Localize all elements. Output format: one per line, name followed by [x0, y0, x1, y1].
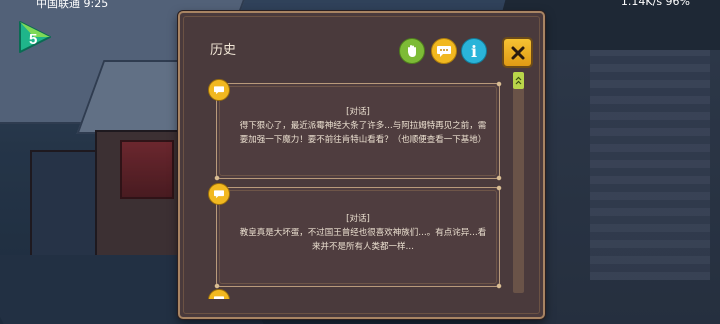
- chat-bubble-icon: [208, 79, 230, 101]
- entry-tag: [对话]: [346, 214, 370, 224]
- dialogue-card: [对话] 得下狠心了，最近派霉神经大条了许多…与阿拉姆特再见之前，需要加强一下魔…: [213, 80, 503, 182]
- entry-tag: [对话]: [346, 107, 370, 117]
- dialog-title: 历史: [210, 43, 237, 58]
- scroll-thumb[interactable]: [513, 72, 524, 89]
- hand-icon: [408, 45, 416, 57]
- chat-bubble-icon: [208, 289, 230, 299]
- status-network-battery: 1.14K/s 96%: [620, 0, 690, 8]
- logo-number: 5: [29, 31, 37, 48]
- list-item: [对话] 得下狠心了，最近派霉神经大条了许多…与阿拉姆特再见之前，需要加强一下魔…: [208, 79, 503, 182]
- chat-bubble-icon: [208, 183, 230, 205]
- entry-text: 教皇真是大坏蛋，不过国王曾经也很喜欢神族们…。有点诧异…看来并不是所有人类都一样…: [239, 228, 487, 252]
- status-carrier-time: 中国联通 9:25: [36, 0, 109, 10]
- chat-filter-button[interactable]: [431, 38, 457, 64]
- entry-text: 得下狠心了，最近派霉神经大条了许多…与阿拉姆特再见之前，需要加强一下魔力！要不前…: [239, 121, 487, 145]
- close-button[interactable]: [502, 37, 533, 68]
- list-item: [对话] 教皇真是大坏蛋，不过国王曾经也很喜欢神族们…。有点诧异…看来并不是所有…: [208, 183, 503, 290]
- chat-bubble-icon: [437, 46, 451, 57]
- scrollbar[interactable]: [513, 72, 524, 293]
- app-logo: 5: [16, 18, 54, 56]
- status-bar: 中国联通 9:25 1.14K/s 96%: [0, 0, 720, 10]
- dialogue-card: [对话] 教皇真是大坏蛋，不过国王曾经也很喜欢神族们…。有点诧异…看来并不是所有…: [213, 184, 503, 290]
- close-icon: [511, 46, 524, 59]
- hand-button[interactable]: [399, 38, 425, 64]
- info-icon: i: [470, 41, 478, 61]
- chevron-up-icon: [515, 76, 522, 84]
- history-list[interactable]: [对话] 得下狠心了，最近派霉神经大条了许多…与阿拉姆特再见之前，需要加强一下魔…: [208, 71, 506, 299]
- history-dialog: 历史 i [对话] 得下狠心了，最近派霉神经大条了许多…与阿拉姆特再见之前，需要…: [178, 11, 545, 319]
- info-button[interactable]: i: [461, 38, 487, 64]
- list-item: [208, 289, 500, 299]
